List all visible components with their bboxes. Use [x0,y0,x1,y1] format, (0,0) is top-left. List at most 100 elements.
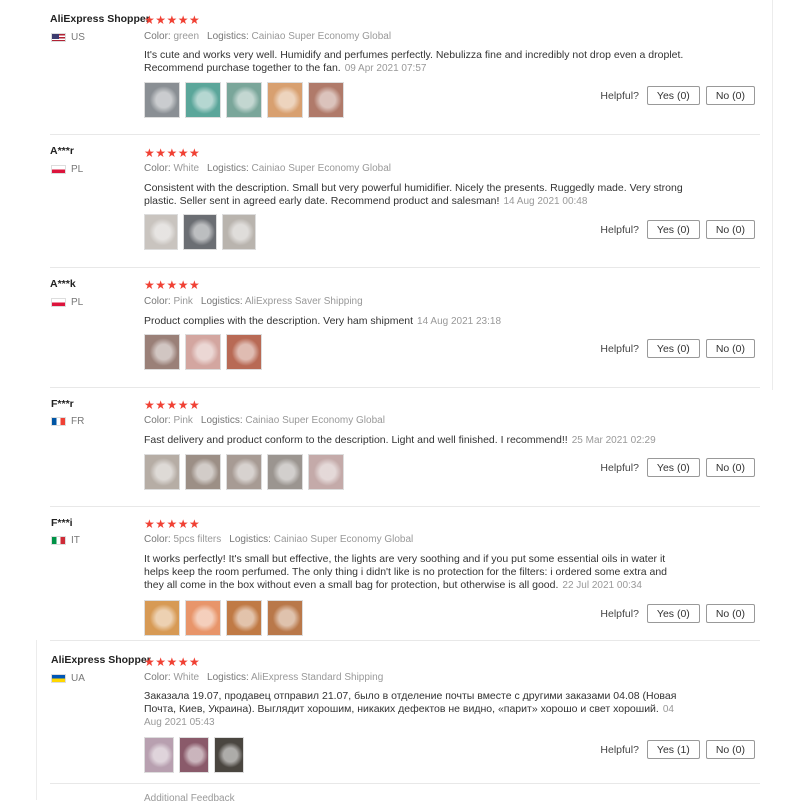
helpful-vote: Helpful? Yes (0) No (0) [600,220,755,239]
review-divider [50,387,760,388]
review-photo-thumbnail[interactable] [185,82,221,118]
review-photos [144,737,244,773]
helpful-yes-button[interactable]: Yes (0) [646,339,700,358]
reviewer-country: FR [51,416,84,427]
review-photo-thumbnail[interactable] [144,600,180,636]
country-flag-icon [51,33,66,42]
review-photo-thumbnail[interactable] [144,737,174,773]
country-code: UA [71,673,85,684]
country-code: PL [71,297,84,308]
reviewer-name: F***i [51,517,73,529]
attribute-value: Cainiao Super Economy Global [245,415,385,426]
reviewer-name: A***r [50,145,74,157]
review-photos [144,454,344,490]
review-photo-thumbnail[interactable] [179,737,209,773]
attribute-key: Color: [144,31,171,42]
rating-stars: ★★★★★ [144,146,201,160]
panel-edge-divider [772,0,773,390]
review-photo-thumbnail[interactable] [308,82,344,118]
rating-stars: ★★★★★ [144,517,201,531]
review-attributes: Color: White Logistics: Cainiao Super Eco… [144,163,399,174]
review-body: Заказала 19.07, продавец отправил 21.07,… [144,690,677,715]
review-photos [144,334,262,370]
helpful-yes-button[interactable]: Yes (0) [646,604,700,623]
review-photo-thumbnail[interactable] [144,334,180,370]
review-photo-thumbnail[interactable] [222,214,256,250]
review-photo-thumbnail[interactable] [144,82,180,118]
review-photo-thumbnail[interactable] [144,454,180,490]
helpful-no-button[interactable]: No (0) [705,604,755,623]
review-photo-thumbnail[interactable] [308,454,344,490]
country-code: PL [71,164,84,175]
helpful-no-button[interactable]: No (0) [705,339,755,358]
attribute-value: AliExpress Standard Shipping [250,672,384,683]
review-body: Fast delivery and product conform to the… [144,434,568,446]
helpful-label: Helpful? [600,342,639,355]
attribute-value: Cainiao Super Economy Global [251,31,392,42]
review-photo-thumbnail[interactable] [185,334,221,370]
attribute-key: Color: [144,415,171,426]
helpful-vote: Helpful? Yes (0) No (0) [600,604,755,623]
attribute-key: Logistics: [207,31,249,42]
helpful-vote: Helpful? Yes (0) No (0) [600,458,755,477]
review-photo-thumbnail[interactable] [267,82,303,118]
review-photo-thumbnail[interactable] [267,600,303,636]
attribute-key: Color: [144,534,171,545]
review-photo-thumbnail[interactable] [214,737,244,773]
attribute-value: White [173,163,200,174]
review-photo-thumbnail[interactable] [226,334,262,370]
review-text: Consistent with the description. Small b… [144,182,684,208]
review-attributes: Color: White Logistics: AliExpress Standa… [144,672,391,683]
review-text: It's cute and works very well. Humidify … [144,49,684,75]
helpful-no-button[interactable]: No (0) [705,740,755,759]
helpful-yes-button[interactable]: Yes (0) [646,220,700,239]
helpful-label: Helpful? [600,461,639,474]
country-flag-icon [51,674,66,683]
helpful-label: Helpful? [600,607,639,620]
review-photo-thumbnail[interactable] [226,82,262,118]
helpful-label: Helpful? [600,743,639,756]
review-text: Заказала 19.07, продавец отправил 21.07,… [144,690,689,729]
country-flag-icon [51,417,66,426]
helpful-yes-button[interactable]: Yes (0) [646,458,700,477]
review-photo-thumbnail[interactable] [183,214,217,250]
helpful-no-button[interactable]: No (0) [705,220,755,239]
review-list: Additional Feedback AliExpress Shopper US… [0,0,800,804]
helpful-label: Helpful? [600,89,639,102]
review-photo-thumbnail[interactable] [185,600,221,636]
review-date: 25 Mar 2021 02:29 [571,435,656,446]
review-divider [50,134,760,135]
attribute-value: 5pcs filters [173,534,222,545]
review-date: 14 Aug 2021 00:48 [503,196,588,207]
additional-feedback-label[interactable]: Additional Feedback [144,793,235,804]
attribute-key: Logistics: [200,415,243,426]
review-photo-thumbnail[interactable] [144,214,178,250]
helpful-vote: Helpful? Yes (0) No (0) [600,339,755,358]
country-flag-icon [51,298,66,307]
helpful-label: Helpful? [600,223,639,236]
attribute-value: green [173,31,200,42]
helpful-yes-button[interactable]: Yes (0) [646,86,700,105]
review-photo-thumbnail[interactable] [226,600,262,636]
review-photos [144,600,303,636]
helpful-no-button[interactable]: No (0) [705,458,755,477]
attribute-value: Pink [173,415,193,426]
helpful-vote: Helpful? Yes (0) No (0) [600,86,755,105]
review-photo-thumbnail[interactable] [185,454,221,490]
reviewer-country: PL [51,164,83,175]
review-photo-thumbnail[interactable] [226,454,262,490]
attribute-key: Logistics: [207,672,249,683]
attribute-value: White [173,672,200,683]
reviewer-name: AliExpress Shopper [50,13,150,25]
helpful-yes-button[interactable]: Yes (1) [646,740,700,759]
reviewer-name: A***k [50,278,76,290]
review-photo-thumbnail[interactable] [267,454,303,490]
helpful-vote: Helpful? Yes (1) No (0) [600,740,755,759]
rating-stars: ★★★★★ [144,398,201,412]
attribute-key: Logistics: [200,296,243,307]
reviewer-name: F***r [51,398,74,410]
attribute-key: Color: [144,163,171,174]
helpful-no-button[interactable]: No (0) [705,86,755,105]
review-body: Consistent with the description. Small b… [144,182,683,207]
review-divider [50,267,760,268]
